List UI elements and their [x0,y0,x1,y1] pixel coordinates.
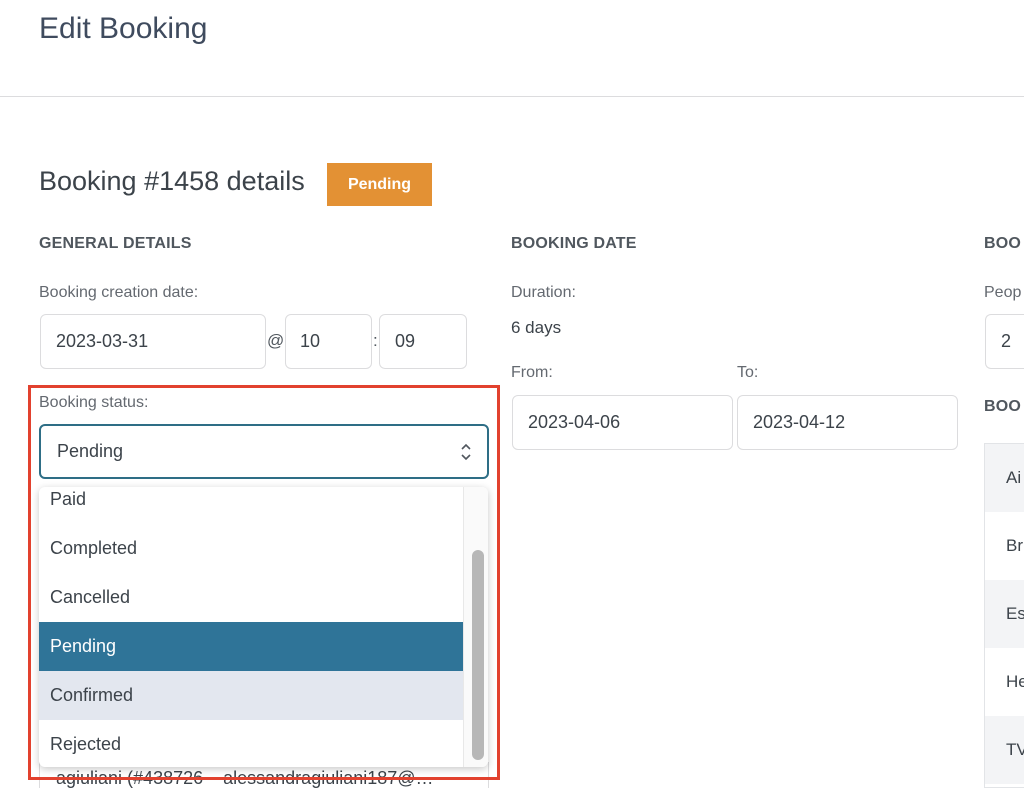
people-label: Peop [984,284,1022,301]
hour-input[interactable]: 10 [285,314,372,369]
list-item[interactable]: TV [985,716,1024,784]
booking-people-title: BOO [984,235,1022,252]
second-section-title: BOO [984,398,1022,415]
people-input[interactable]: 2 [985,314,1024,369]
general-details-title: GENERAL DETAILS [39,235,192,252]
status-badge: Pending [327,163,432,206]
list-item[interactable]: Ai [985,444,1024,512]
creation-date-label: Booking creation date: [39,284,199,301]
right-list: Ai Br Es He TV [984,443,1024,788]
booking-date-title: BOOKING DATE [511,235,637,252]
at-separator: @ [267,331,285,350]
minute-input[interactable]: 09 [379,314,467,369]
to-label: To: [737,364,759,381]
header-divider [0,96,1024,97]
creation-date-input[interactable]: 2023-03-31 [40,314,266,369]
from-date-input[interactable]: 2023-04-06 [512,395,733,450]
colon-separator: : [373,331,378,350]
list-item[interactable]: Br [985,512,1024,580]
from-label: From: [511,364,553,381]
list-item[interactable]: He [985,648,1024,716]
duration-value: 6 days [511,318,562,337]
booking-heading: Booking #1458 details [39,166,305,196]
page-title: Edit Booking [39,12,208,45]
list-item[interactable]: Es [985,580,1024,648]
duration-label: Duration: [511,284,576,301]
highlight-annotation [28,385,500,780]
to-date-input[interactable]: 2023-04-12 [737,395,958,450]
